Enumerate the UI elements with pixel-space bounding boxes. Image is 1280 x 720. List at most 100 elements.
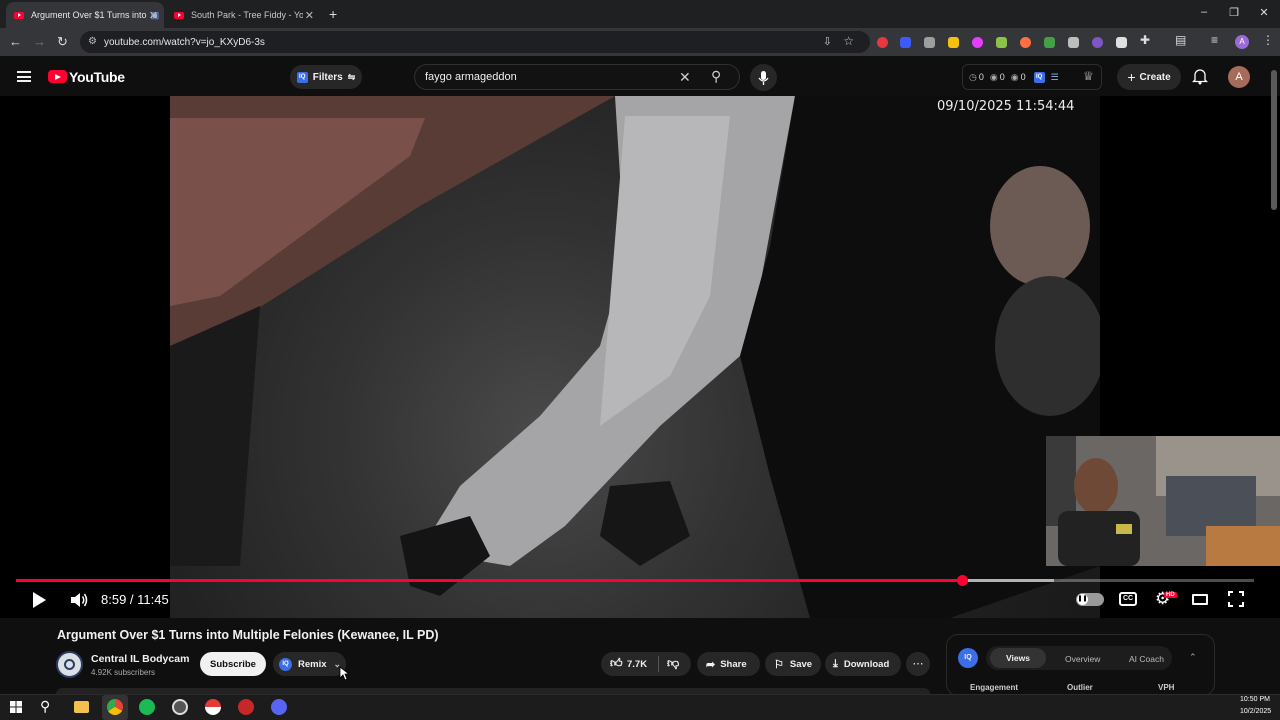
download-button[interactable]: ⤓ Download <box>825 652 901 676</box>
close-tab-icon[interactable]: ✕ <box>305 9 314 22</box>
trophy-icon[interactable]: ♕ <box>1083 69 1094 83</box>
pause-icon: ❚❚ <box>1077 594 1088 605</box>
extension-icon[interactable] <box>1044 37 1055 48</box>
app-icon[interactable] <box>172 699 188 715</box>
filters-button[interactable]: IQ Filters ⇋ <box>290 65 362 89</box>
list-icon: ☰ <box>1050 71 1059 82</box>
install-app-icon[interactable]: ⇩ <box>823 35 832 48</box>
notifications-bell-icon[interactable] <box>1192 68 1208 85</box>
progress-scrubber-handle[interactable] <box>956 575 968 586</box>
autoplay-toggle[interactable]: ❚❚ <box>1076 593 1104 606</box>
remix-button[interactable]: IQ Remix ⌄ <box>273 652 346 676</box>
theater-mode-icon[interactable] <box>1192 594 1208 605</box>
volume-icon[interactable] <box>70 591 89 609</box>
extension-icon[interactable] <box>877 37 888 48</box>
like-count[interactable]: 7.7K <box>627 659 647 670</box>
search-input[interactable]: faygo armageddon ✕ ⚲ <box>414 64 740 90</box>
create-button[interactable]: + Create <box>1117 64 1181 90</box>
browser-tab[interactable]: South Park - Tree Fiddy - YouTube ✕ <box>166 2 320 28</box>
like-dislike-group: 👍︎ 7.7K 👎︎ <box>601 652 691 676</box>
url-text: youtube.com/watch?v=jo_KXyD6-3s <box>104 36 265 48</box>
back-arrow-icon[interactable]: ← <box>9 34 22 49</box>
voice-search-button[interactable] <box>750 64 777 91</box>
extension-icon[interactable] <box>1068 37 1079 48</box>
vidiq-icon: IQ <box>296 71 308 83</box>
youtube-logo-icon[interactable] <box>48 70 67 83</box>
extension-icon[interactable] <box>996 37 1007 48</box>
youtube-logo-text[interactable]: YouTube <box>69 69 125 85</box>
thumbs-down-icon[interactable]: 👎︎ <box>667 656 679 671</box>
captions-icon[interactable]: CC <box>1119 592 1137 606</box>
more-actions-button[interactable]: ⋯ <box>906 652 930 676</box>
side-panel-icon[interactable]: ▤ <box>1175 33 1186 47</box>
streamer-webcam-image <box>1046 436 1280 566</box>
share-button[interactable]: ➦ Share <box>697 652 760 676</box>
close-window-button[interactable]: ✕ <box>1257 6 1271 19</box>
chrome-icon[interactable] <box>107 699 123 715</box>
tab-overview[interactable]: Overview <box>1065 654 1100 664</box>
discord-icon[interactable] <box>271 699 287 715</box>
close-tab-icon[interactable]: ✕ <box>149 9 158 22</box>
collapse-chevron-icon[interactable]: ⌃ <box>1189 652 1197 663</box>
download-label: Download <box>843 658 890 670</box>
thumbs-up-icon[interactable]: 👍︎ <box>610 656 623 671</box>
channel-name[interactable]: Central IL Bodycam <box>91 653 189 665</box>
play-icon[interactable] <box>31 591 47 609</box>
windows-start-icon[interactable] <box>10 701 22 713</box>
webcam-overlay <box>1046 436 1280 566</box>
browser-profile-avatar[interactable]: A <box>1235 35 1249 49</box>
tab-views[interactable]: Views <box>990 648 1046 668</box>
taskbar-search-icon[interactable]: ⚲ <box>40 698 50 715</box>
column-vph: VPH <box>1158 683 1175 692</box>
page-scrollbar[interactable] <box>1271 70 1277 210</box>
youtube-favicon-icon <box>14 11 24 19</box>
forward-arrow-icon[interactable]: → <box>33 34 46 49</box>
browser-menu-icon[interactable]: ⋮ <box>1262 33 1274 47</box>
subscribe-button[interactable]: Subscribe <box>200 652 266 676</box>
tab-title: South Park - Tree Fiddy - YouTube <box>191 10 303 20</box>
fullscreen-icon[interactable] <box>1228 591 1244 607</box>
browser-tab-active[interactable]: Argument Over $1 Turns into ▣ ✕ <box>6 2 164 28</box>
minimize-button[interactable]: – <box>1197 6 1211 18</box>
extension-icon[interactable] <box>1116 37 1127 48</box>
extension-icon[interactable] <box>1092 37 1103 48</box>
reload-icon[interactable]: ↻ <box>57 34 68 50</box>
time-display: 8:59 / 11:45 <box>101 592 169 607</box>
clear-search-icon[interactable]: ✕ <box>679 69 691 86</box>
channel-avatar[interactable] <box>56 651 83 678</box>
tab-ai-coach[interactable]: AI Coach <box>1129 654 1164 664</box>
spotify-icon[interactable] <box>139 699 155 715</box>
address-bar[interactable]: ⚙ youtube.com/watch?v=jo_KXyD6-3s ⇩ ☆ <box>80 31 870 53</box>
vidiq-badge: IQ <box>958 648 978 668</box>
pokeball-icon[interactable] <box>205 699 221 715</box>
save-button[interactable]: ⚐ Save <box>765 652 821 676</box>
extension-icon[interactable] <box>924 37 935 48</box>
video-frame[interactable] <box>170 96 1100 618</box>
taskbar-date[interactable]: 10/2/2025 <box>1240 708 1271 715</box>
progress-bar-played <box>16 579 963 582</box>
extension-icon[interactable] <box>972 37 983 48</box>
vidiq-stats-bar[interactable]: ◷ 0 ◉ 0 ◉ 0 IQ ☰ <box>962 64 1102 90</box>
column-engagement: Engagement <box>970 683 1019 692</box>
youtube-favicon-icon <box>174 11 184 19</box>
menu-hamburger-icon[interactable] <box>17 71 31 82</box>
app-icon[interactable] <box>238 699 254 715</box>
eye-icon: ◉ <box>1010 71 1019 82</box>
user-avatar[interactable]: A <box>1228 66 1250 88</box>
extension-icon[interactable] <box>900 37 911 48</box>
search-icon[interactable]: ⚲ <box>711 68 721 85</box>
extension-icon[interactable] <box>1020 37 1031 48</box>
new-tab-button[interactable]: + <box>329 6 337 22</box>
stat-value: 0 <box>999 72 1005 82</box>
extensions-puzzle-icon[interactable]: ✚ <box>1140 33 1150 47</box>
media-controls-icon[interactable]: ≡ <box>1211 33 1218 47</box>
taskbar-clock[interactable]: 10:50 PM <box>1240 696 1270 703</box>
sliders-icon: ⇋ <box>347 71 356 82</box>
file-explorer-icon[interactable] <box>74 701 89 713</box>
restore-button[interactable]: ❐ <box>1227 6 1241 19</box>
share-arrow-icon: ➦ <box>706 658 716 671</box>
bodycam-timestamp: 09/10/2025 11:54:44 <box>937 99 1075 114</box>
site-info-icon[interactable]: ⚙ <box>88 36 97 47</box>
bookmark-star-icon[interactable]: ☆ <box>843 34 854 48</box>
extension-icon[interactable] <box>948 37 959 48</box>
